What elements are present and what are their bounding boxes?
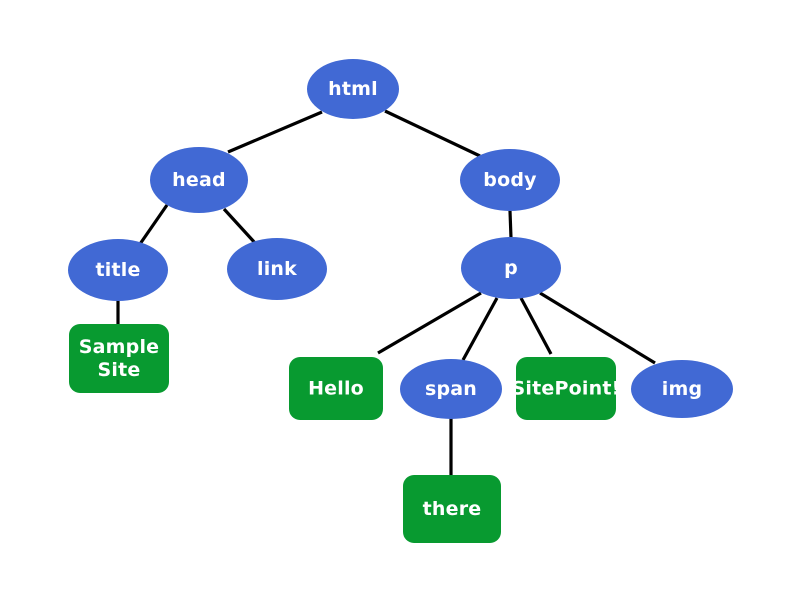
node-label-span: span [425,378,477,400]
tree-edge-body-to-p [508,210,513,239]
tree-node-link[interactable]: link [227,238,327,300]
tree-node-p[interactable]: p [461,237,561,299]
tree-node-sampleSite[interactable]: Sample Site [69,324,169,393]
node-label-hello: Hello [308,377,364,399]
node-label-link: link [257,258,297,280]
dom-tree-canvas: html head body title link p span img Sample Site H… [0,0,800,600]
tree-node-sitepoint[interactable]: SitePoint! [512,357,621,420]
tree-node-img[interactable]: img [631,360,733,418]
dom-tree-diagram: html head body title link p span img Sample Site H… [0,0,800,600]
node-label-img: img [662,378,703,400]
node-label-there: there [423,498,482,520]
tree-node-head[interactable]: head [150,147,248,213]
tree-node-body[interactable]: body [460,149,560,211]
node-label-p: p [504,257,518,279]
node-label-html: html [328,78,378,100]
tree-node-span[interactable]: span [400,359,502,419]
tree-node-hello[interactable]: Hello [289,357,383,420]
node-label-sitepoint: SitePoint! [512,377,621,399]
tree-node-html[interactable]: html [307,59,399,119]
tree-node-title[interactable]: title [68,239,168,301]
node-label-title: title [95,259,140,281]
node-label-head: head [172,169,226,191]
tree-node-there[interactable]: there [403,475,501,543]
node-label-body: body [483,169,537,191]
